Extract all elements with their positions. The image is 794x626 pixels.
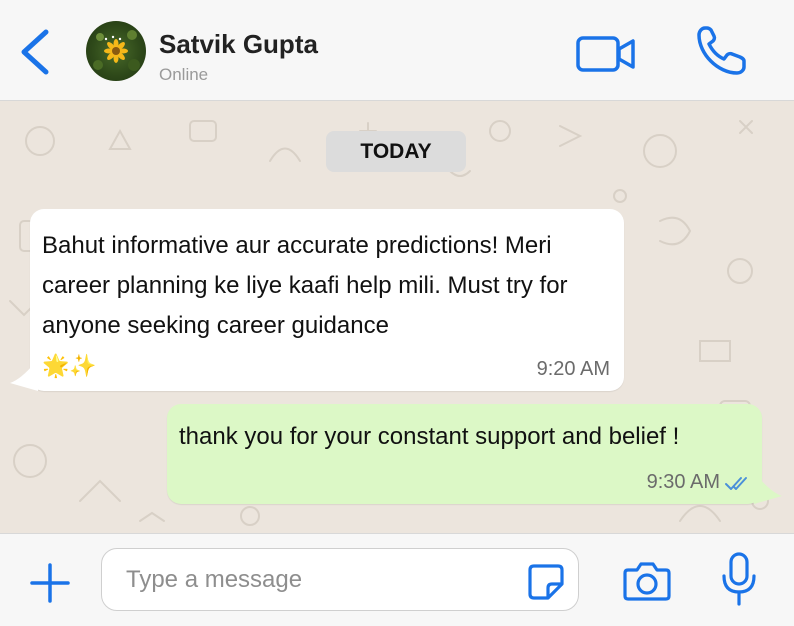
video-call-button[interactable] [575, 34, 637, 74]
avatar[interactable] [86, 21, 146, 81]
message-time: 9:20 AM [536, 358, 610, 380]
message-emoji: 🌟✨ [42, 353, 97, 378]
camera-button[interactable] [622, 558, 672, 604]
voice-message-button[interactable] [719, 550, 759, 610]
plus-icon [30, 563, 70, 603]
message-time: 9:30 AM [646, 471, 720, 493]
double-check-icon [725, 477, 747, 490]
contact-status: Online [159, 65, 209, 84]
back-button[interactable] [14, 24, 54, 80]
microphone-icon [722, 552, 756, 606]
outgoing-message[interactable]: thank you for your constant support and … [167, 404, 782, 504]
incoming-message[interactable]: Bahut informative aur accurate predictio… [10, 209, 624, 391]
date-separator: TODAY [326, 131, 466, 172]
bubble-tail [10, 359, 38, 391]
sticker-icon [528, 564, 564, 600]
video-camera-icon [576, 36, 635, 72]
message-text: Bahut informative aur accurate predictio… [42, 226, 622, 386]
voice-call-button[interactable] [694, 22, 750, 78]
message-input[interactable] [126, 557, 516, 603]
contact-name[interactable]: Satvik Gupta [159, 29, 318, 60]
chevron-left-icon [21, 29, 49, 75]
avatar-image [93, 30, 140, 71]
chat-area[interactable]: TODAY Bahut informative aur accurate pre… [0, 101, 794, 533]
camera-icon [623, 562, 671, 601]
bubble-tail [754, 472, 782, 504]
attach-button[interactable] [28, 561, 72, 605]
message-text: thank you for your constant support and … [179, 423, 680, 450]
sticker-button[interactable] [526, 562, 566, 602]
phone-icon [697, 26, 746, 75]
message-input-container [101, 548, 579, 611]
composer-bar [0, 533, 794, 626]
chat-header: Satvik Gupta Online [0, 0, 794, 101]
message-body: Bahut informative aur accurate predictio… [42, 232, 568, 339]
